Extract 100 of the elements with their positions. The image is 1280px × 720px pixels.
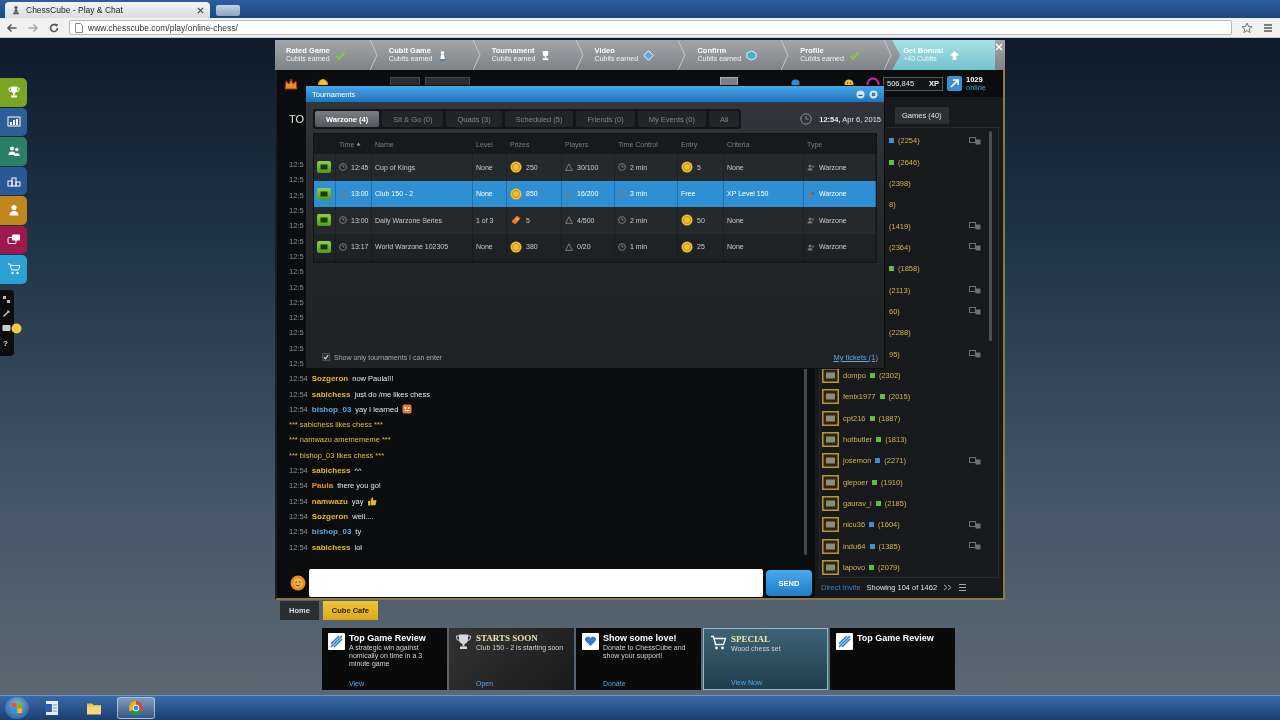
chevron-divider [884, 40, 893, 70]
close-icon[interactable] [197, 6, 204, 14]
promo-banner[interactable]: Top Game Review [830, 628, 955, 690]
double-arrow-icon[interactable] [943, 583, 953, 592]
striped-tile-icon [328, 633, 345, 650]
clock-icon [339, 216, 347, 225]
screen-icon [320, 217, 328, 224]
close-icon[interactable] [869, 89, 878, 99]
check-icon [334, 49, 346, 61]
menu-icon[interactable] [1262, 21, 1274, 34]
people-icon [807, 242, 815, 251]
flag-icon [12, 703, 22, 713]
reload-icon[interactable] [48, 21, 60, 34]
clock-icon [618, 163, 626, 172]
join-button[interactable] [317, 214, 331, 227]
chat-username[interactable]: sabichess [311, 542, 351, 552]
chat-badge-icon[interactable] [2, 322, 22, 334]
browser-tab[interactable]: ChessCube - Play & Chat [5, 2, 210, 18]
banner-title: Show some love! [603, 633, 678, 643]
chevron-divider [369, 40, 378, 70]
check-icon [848, 49, 860, 61]
back-icon[interactable] [6, 21, 18, 34]
people-icon [807, 189, 815, 198]
triangle-icon [565, 189, 573, 198]
trophy-icon [6, 85, 21, 100]
trophy-icon [455, 633, 472, 650]
people-icon [6, 144, 21, 159]
smiley-icon[interactable] [290, 575, 306, 591]
frame-icon [822, 538, 839, 554]
chat-username[interactable]: bishop_03 [311, 404, 352, 414]
coin-icon [510, 240, 522, 253]
star-icon[interactable] [1241, 21, 1253, 34]
striped-tile-icon [836, 633, 853, 650]
document-icon [44, 700, 60, 716]
triangle-icon [565, 242, 573, 251]
coin-icon [681, 161, 693, 174]
join-button[interactable] [317, 161, 331, 174]
coin-icon [681, 214, 693, 227]
chat-username[interactable]: Sozgeron [311, 511, 349, 521]
clock-icon [339, 242, 347, 251]
clock-icon [618, 242, 626, 251]
screen-icon [320, 190, 328, 197]
triangle-icon [565, 163, 573, 172]
banner-title: SPECIAL [731, 634, 771, 644]
diamond-icon [643, 49, 655, 61]
chat-icon [6, 232, 21, 247]
chevron-divider [472, 40, 481, 70]
address-field[interactable]: www.chesscube.com/play/online-chess/ [69, 20, 1232, 35]
arrow-icon[interactable] [947, 76, 962, 91]
sidebar-button[interactable] [0, 166, 27, 195]
checkbox[interactable] [322, 353, 330, 361]
coin-icon [681, 240, 693, 253]
clock-icon [618, 216, 626, 225]
chat-username[interactable]: sabichess [311, 466, 351, 476]
chat-username[interactable]: bishop_03 [311, 527, 352, 537]
sidebar-button[interactable] [0, 225, 27, 254]
coin-icon [510, 187, 522, 200]
crown-icon[interactable] [284, 76, 298, 91]
frame-icon [822, 453, 839, 469]
chat-username[interactable]: Paula [311, 481, 334, 491]
help-link[interactable]: ? [2, 338, 8, 348]
hexagon-icon [746, 49, 758, 61]
squares-icon[interactable] [2, 294, 11, 304]
smiley-icon [402, 404, 413, 415]
frame-icon [822, 496, 839, 511]
chart-icon [6, 114, 21, 129]
frame-icon [822, 432, 839, 447]
chevron-divider [678, 40, 687, 70]
people-icon [807, 216, 815, 225]
frame-icon [822, 560, 839, 576]
cart-icon [710, 634, 727, 651]
chat-username[interactable]: sabichess [311, 389, 351, 399]
screen-icon [320, 164, 328, 171]
join-button[interactable] [317, 187, 331, 200]
pencil-icon[interactable] [2, 308, 11, 318]
list-icon[interactable] [958, 583, 968, 592]
chat-username[interactable]: Sozgeron [311, 374, 349, 384]
sidebar-button[interactable] [0, 107, 27, 136]
ticket-icon [510, 214, 522, 227]
join-button[interactable] [317, 240, 331, 253]
screen-icon [320, 243, 328, 250]
person-icon [6, 203, 21, 218]
chat-username[interactable]: namwazu [311, 496, 348, 506]
frame-icon [822, 410, 839, 426]
minimize-icon[interactable] [856, 89, 865, 99]
sort-arrow-icon [356, 142, 362, 146]
chevron-divider [781, 40, 790, 70]
page-icon [75, 22, 83, 33]
checkmark-icon [323, 354, 329, 360]
start-button[interactable] [5, 697, 29, 719]
chat-heading: TO [289, 113, 305, 125]
frame-icon [822, 517, 839, 533]
clock-icon [339, 163, 347, 172]
taskbar-item[interactable] [117, 697, 155, 719]
frame-icon [822, 474, 839, 490]
people-icon [807, 163, 815, 172]
message-input[interactable] [309, 569, 763, 597]
round-logo-icon [128, 700, 144, 716]
scrollbar[interactable] [989, 131, 992, 341]
triangle-icon [565, 216, 573, 225]
